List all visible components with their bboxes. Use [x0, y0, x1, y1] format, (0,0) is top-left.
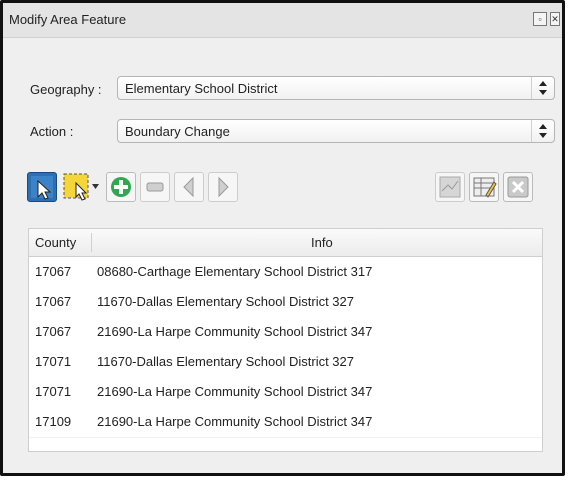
select-feature-tool-icon[interactable] [27, 172, 57, 202]
previous-icon[interactable] [174, 172, 204, 202]
info-cell: 21690-La Harpe Community School District… [97, 384, 373, 399]
geography-select[interactable]: Elementary School District [117, 76, 555, 100]
info-cell: 21690-La Harpe Community School District… [97, 414, 373, 429]
table-row[interactable]: 17067 08680-Carthage Elementary School D… [29, 257, 542, 288]
county-cell: 17067 [35, 294, 72, 309]
county-cell: 17109 [35, 414, 72, 429]
county-cell: 17071 [35, 354, 72, 369]
column-divider [91, 233, 92, 252]
edit-table-icon[interactable] [469, 172, 499, 202]
action-select[interactable]: Boundary Change [117, 119, 555, 143]
float-window-icon[interactable]: ▫ [533, 12, 547, 26]
county-column-header[interactable]: County [35, 235, 76, 250]
geography-selected-value: Elementary School District [125, 81, 278, 96]
table-row[interactable]: 17071 11670-Dallas Elementary School Dis… [29, 347, 542, 378]
close-window-icon[interactable]: ✕ [550, 12, 560, 26]
action-label: Action : [30, 124, 74, 139]
updown-arrow-icon [531, 120, 554, 142]
info-column-header[interactable]: Info [311, 235, 333, 250]
next-icon[interactable] [208, 172, 238, 202]
updown-arrow-icon [531, 77, 554, 99]
info-cell: 11670-Dallas Elementary School District … [97, 294, 354, 309]
clear-icon[interactable] [503, 172, 533, 202]
add-feature-icon[interactable] [106, 172, 136, 202]
geography-label: Geography : [30, 82, 102, 97]
remove-feature-icon[interactable] [140, 172, 170, 202]
info-cell: 21690-La Harpe Community School District… [97, 324, 373, 339]
table-header: County Info [29, 229, 542, 257]
modify-area-feature-panel: Modify Area Feature ▫ ✕ Geography : Elem… [0, 0, 565, 476]
window-title: Modify Area Feature [9, 12, 127, 27]
county-cell: 17067 [35, 324, 72, 339]
table-row[interactable]: 17071 21690-La Harpe Community School Di… [29, 377, 542, 408]
county-cell: 17071 [35, 384, 72, 399]
results-table: County Info 17067 08680-Carthage Element… [28, 228, 543, 452]
title-bar: Modify Area Feature ▫ ✕ [3, 3, 562, 38]
table-row[interactable]: 17067 21690-La Harpe Community School Di… [29, 317, 542, 348]
rectangle-select-tool-icon[interactable] [63, 172, 101, 202]
table-row[interactable]: 17109 21690-La Harpe Community School Di… [29, 407, 542, 438]
county-cell: 17067 [35, 264, 72, 279]
info-cell: 11670-Dallas Elementary School District … [97, 354, 354, 369]
table-row[interactable]: 17067 11670-Dallas Elementary School Dis… [29, 287, 542, 318]
action-selected-value: Boundary Change [125, 124, 230, 139]
info-cell: 08680-Carthage Elementary School Distric… [97, 264, 373, 279]
map-view-icon[interactable] [435, 172, 465, 202]
